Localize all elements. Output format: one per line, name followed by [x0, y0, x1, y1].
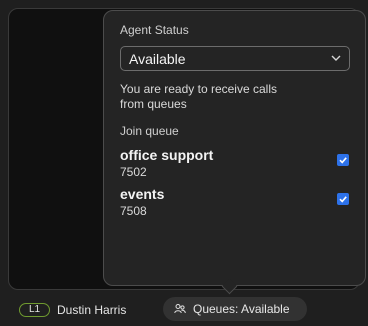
agent-status-select[interactable]: Available	[120, 46, 350, 71]
agent-status-description: You are ready to receive calls from queu…	[120, 82, 277, 111]
queue-number: 7502	[120, 165, 147, 179]
chevron-down-icon	[331, 55, 341, 61]
queues-button-label: Queues: Available	[193, 302, 290, 316]
queue-checkbox-office-support[interactable]	[337, 154, 349, 166]
queue-item-events: events 7508	[120, 186, 352, 220]
agent-status-heading: Agent Status	[120, 23, 189, 37]
queue-item-office-support: office support 7502	[120, 147, 352, 181]
join-queue-heading: Join queue	[120, 124, 179, 138]
checkmark-icon	[339, 196, 347, 203]
queue-checkbox-events[interactable]	[337, 193, 349, 205]
status-bar: L1 Dustin Harris Queues: Available	[0, 294, 368, 326]
checkmark-icon	[339, 157, 347, 164]
queue-number: 7508	[120, 204, 147, 218]
queue-people-icon	[174, 304, 186, 314]
app-window: Agent Status Available You are ready to …	[0, 0, 368, 326]
queues-status-button[interactable]: Queues: Available	[163, 297, 307, 321]
queue-name: events	[120, 186, 165, 202]
queue-name: office support	[120, 147, 214, 163]
line-badge: L1	[19, 303, 50, 317]
agent-status-selected-value: Available	[129, 51, 186, 67]
user-name: Dustin Harris	[57, 303, 127, 317]
agent-status-popover: Agent Status Available You are ready to …	[103, 10, 366, 286]
